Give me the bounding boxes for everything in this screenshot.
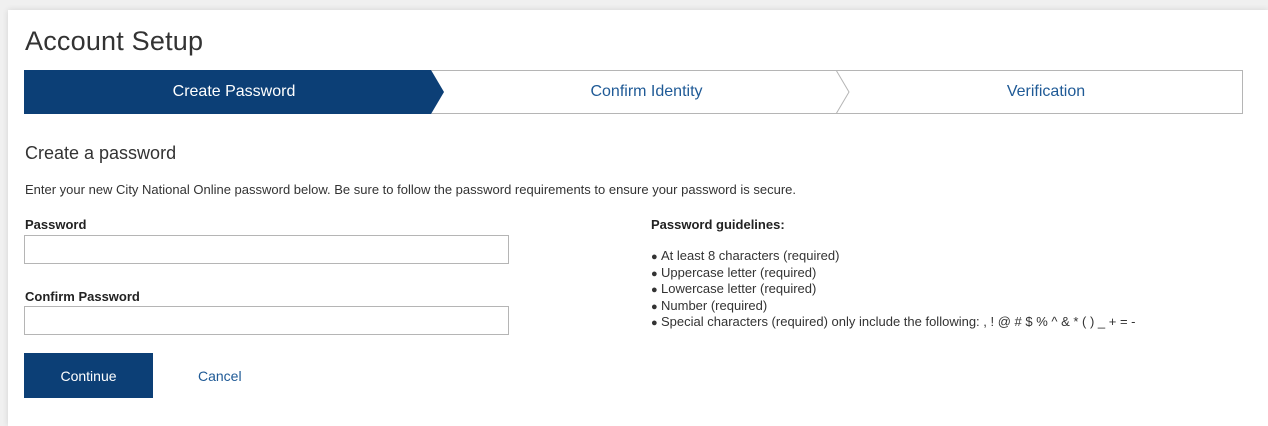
confirm-password-label: Confirm Password bbox=[25, 289, 140, 304]
bullet-dot-icon: ● bbox=[651, 300, 658, 313]
guideline-text: Special characters (required) only inclu… bbox=[661, 314, 1136, 329]
guideline-text: Uppercase letter (required) bbox=[661, 264, 817, 280]
guideline-text: Number (required) bbox=[661, 297, 768, 313]
password-input[interactable] bbox=[24, 235, 509, 264]
page-title: Account Setup bbox=[25, 26, 204, 56]
password-label: Password bbox=[25, 217, 87, 232]
list-item: ● Lowercase letter (required) bbox=[651, 281, 1136, 298]
continue-button[interactable]: Continue bbox=[24, 353, 153, 398]
cancel-link[interactable]: Cancel bbox=[198, 368, 242, 384]
guideline-text: At least 8 characters (required) bbox=[661, 248, 840, 263]
bullet-dot-icon: ● bbox=[651, 317, 658, 329]
confirm-password-input[interactable] bbox=[24, 306, 509, 335]
step-create-password: Create Password bbox=[172, 83, 296, 100]
guidelines-title: Password guidelines: bbox=[651, 217, 785, 232]
list-item: ● Number (required) bbox=[651, 298, 1136, 315]
section-title: Create a password bbox=[25, 143, 177, 163]
step-verification: Verification bbox=[1006, 83, 1086, 100]
account-setup-card: Account Setup Create Password Confirm Id… bbox=[8, 10, 1268, 426]
bullet-dot-icon: ● bbox=[651, 251, 658, 263]
guidelines-list: ● At least 8 characters (required) ● Upper… bbox=[651, 248, 1136, 331]
list-item: ● At least 8 characters (required) bbox=[651, 248, 1136, 265]
step-confirm-identity: Confirm Identity bbox=[590, 83, 703, 100]
bullet-dot-icon: ● bbox=[651, 267, 658, 280]
bullet-dot-icon: ● bbox=[651, 284, 658, 296]
list-item: ● Special characters (required) only incl… bbox=[651, 314, 1136, 331]
list-item: ● Uppercase letter (required) bbox=[651, 265, 1136, 282]
progress-stepper: Create Password Confirm Identity Verific… bbox=[24, 70, 1243, 114]
intro-text: Enter your new City National Online pass… bbox=[25, 182, 796, 197]
guideline-text: Lowercase letter (required) bbox=[661, 281, 817, 296]
